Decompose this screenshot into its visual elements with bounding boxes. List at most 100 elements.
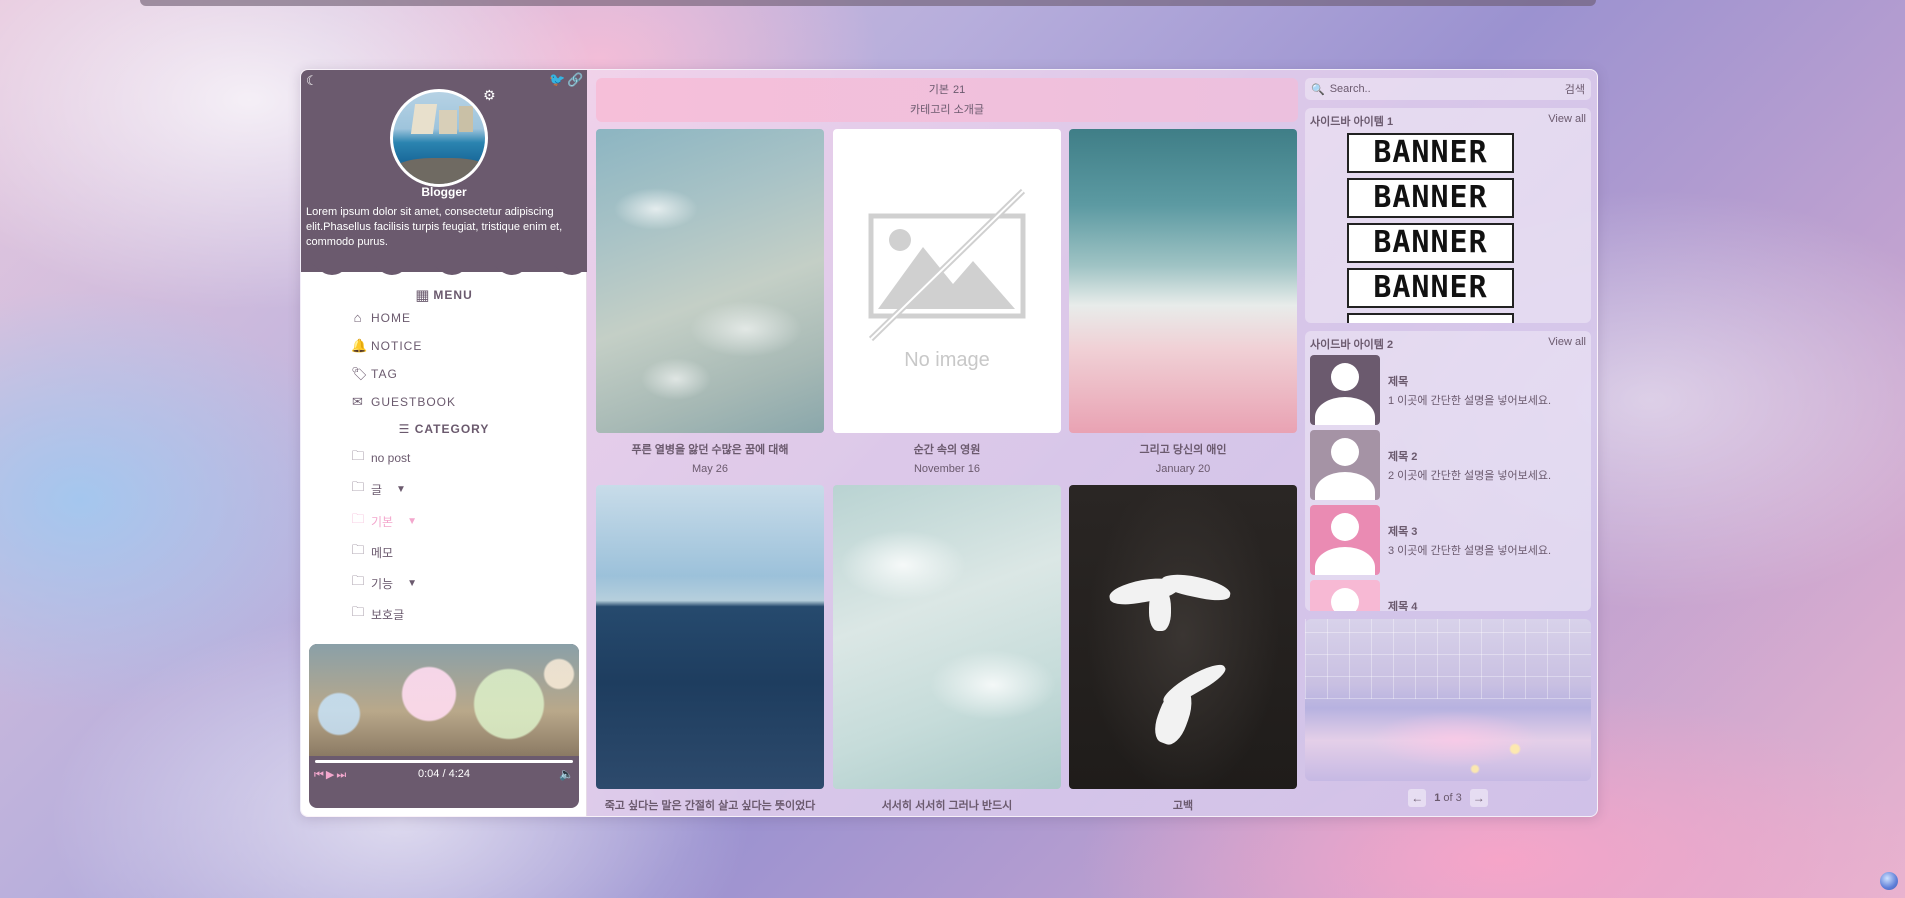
caret-down-icon[interactable]: ▼ [396, 484, 406, 495]
category-item-protected[interactable]: 🗀 보호글 [351, 603, 404, 625]
blogger-name: Blogger [421, 185, 467, 199]
prev-page-button[interactable]: ← [1408, 789, 1427, 807]
category-item-no-post[interactable]: 🗀 no post [351, 447, 410, 469]
no-image-icon [868, 188, 1026, 342]
folder-icon: 🗀 [351, 448, 365, 463]
home-icon: ⌂ [353, 310, 363, 325]
category-item-gibon[interactable]: 🗀 기본 ▼ [351, 510, 417, 532]
list-item[interactable]: 제목 4 [1310, 580, 1586, 611]
list-item-title: 제목 [1388, 376, 1409, 388]
category-item-gineung[interactable]: 🗀 기능 ▼ [351, 572, 417, 594]
banner-ad[interactable]: BANNER [1347, 133, 1514, 173]
planet-icon[interactable] [1880, 872, 1898, 890]
post-date: May 26 [691, 463, 729, 475]
caret-down-icon[interactable]: ▼ [407, 578, 417, 589]
post-card[interactable]: 푸른 열병을 앓던 수많은 꿈에 대해 May 26 [596, 129, 824, 475]
post-thumbnail[interactable] [833, 485, 1061, 789]
menu-heading: ▦ MENU [415, 287, 473, 304]
post-title[interactable]: 순간 속의 영원 [833, 441, 1061, 457]
gear-icon[interactable]: ⚙ [483, 87, 496, 104]
person-icon [1310, 430, 1380, 500]
volume-icon[interactable]: 🔈 [559, 767, 574, 781]
banner-ad[interactable]: BANNER [1347, 223, 1514, 263]
post-card[interactable]: 고백 [1069, 485, 1297, 813]
top-bar [140, 0, 1596, 6]
post-thumbnail[interactable] [596, 129, 824, 433]
post-thumbnail[interactable] [596, 485, 824, 789]
sidebar-image [1305, 619, 1591, 781]
progress-bar[interactable] [315, 760, 573, 763]
list-item-title: 제목 4 [1388, 601, 1418, 611]
bell-icon: 🔔 [351, 338, 369, 353]
post-card[interactable]: 죽고 싶다는 말은 간절히 살고 싶다는 뜻이었다 [596, 485, 824, 813]
sidebar-item-1: 사이드바 아이템 1 View all BANNER BANNER BANNER… [1305, 108, 1591, 323]
post-title[interactable]: 고백 [1069, 797, 1297, 813]
post-card[interactable]: 그리고 당신의 애인 January 20 [1069, 129, 1297, 475]
list-item-desc: 1 이곳에 간단한 설명을 넣어보세요. [1388, 395, 1552, 407]
link-icon[interactable]: 🔗 [567, 72, 583, 88]
folder-icon: 🗀 [351, 604, 365, 619]
category-description: 카테고리 소개글 [910, 104, 984, 116]
banner-ad[interactable] [1347, 313, 1514, 323]
post-title[interactable]: 그리고 당신의 애인 [1069, 441, 1297, 457]
tag-icon: 🏷 [351, 366, 369, 381]
list-item-desc: 2 이곳에 간단한 설명을 넣어보세요. [1388, 470, 1552, 482]
post-date: January 20 [1155, 463, 1211, 475]
view-all-link[interactable]: View all [1548, 336, 1586, 348]
blogger-bio: Lorem ipsum dolor sit amet, consectetur … [306, 206, 563, 248]
post-card[interactable]: 서서히 서서히 그러나 반드시 [833, 485, 1061, 813]
pagination: ← 1 of 3 → [1305, 789, 1591, 807]
list-item-title: 제목 2 [1388, 451, 1418, 463]
mail-icon: ✉ [352, 394, 364, 409]
list-item-desc: 3 이곳에 간단한 설명을 넣어보세요. [1388, 545, 1552, 557]
folder-icon: 🗀 [351, 511, 365, 526]
folder-icon: 🗀 [351, 542, 365, 557]
search-input[interactable] [1329, 83, 1565, 95]
view-all-link[interactable]: View all [1548, 113, 1586, 125]
moon-icon[interactable]: ☾ [306, 73, 318, 89]
list-item-title: 제목 3 [1388, 526, 1418, 538]
album-art [309, 644, 579, 756]
sidebar-item-1-title: 사이드바 아이템 1 [1310, 116, 1394, 128]
post-title[interactable]: 서서히 서서히 그러나 반드시 [833, 797, 1061, 813]
post-title[interactable]: 푸른 열병을 앓던 수많은 꿈에 대해 [596, 441, 824, 457]
banner-ad[interactable]: BANNER [1347, 178, 1514, 218]
list-item[interactable]: 제목 3 3 이곳에 간단한 설명을 넣어보세요. [1310, 505, 1586, 575]
twitter-icon[interactable]: 🐦 [549, 72, 565, 88]
sidebar-item-2-title: 사이드바 아이템 2 [1310, 339, 1394, 351]
list-item[interactable]: 제목 2 2 이곳에 간단한 설명을 넣어보세요. [1310, 430, 1586, 500]
category-heading: ☰ CATEGORY [398, 422, 490, 436]
person-icon [1310, 580, 1380, 611]
profile-panel: ☾ 🐦 🔗 ⚙ Blogger Lorem ipsum dolor sit am… [301, 70, 587, 275]
grid-icon: ▦ [415, 287, 431, 304]
folder-icon: 🗀 [351, 479, 365, 494]
nav-item-guestbook[interactable]: ✉ GUESTBOOK [351, 394, 456, 410]
nav-item-notice[interactable]: 🔔 NOTICE [351, 338, 422, 354]
nav-item-home[interactable]: ⌂ HOME [351, 310, 411, 325]
banner-ad[interactable]: BANNER [1347, 268, 1514, 308]
post-date: November 16 [913, 463, 981, 475]
person-icon [1310, 355, 1380, 425]
post-thumbnail[interactable] [1069, 485, 1297, 789]
post-thumbnail[interactable] [1069, 129, 1297, 433]
post-card[interactable]: No image 순간 속의 영원 November 16 [833, 129, 1061, 475]
player-time: 0:04 / 4:24 [418, 768, 470, 780]
post-thumbnail[interactable]: No image [833, 129, 1061, 433]
avatar [390, 89, 488, 187]
person-icon [1310, 505, 1380, 575]
post-count: 21 [953, 84, 966, 96]
category-item-memo[interactable]: 🗀 메모 [351, 541, 393, 563]
caret-down-icon[interactable]: ▼ [407, 516, 417, 527]
list-icon: ☰ [398, 422, 411, 436]
nav-item-tag[interactable]: 🏷 TAG [351, 366, 398, 382]
no-image-label: No image [904, 349, 990, 371]
wave-divider [301, 258, 587, 275]
post-title[interactable]: 죽고 싶다는 말은 간절히 살고 싶다는 뜻이었다 [596, 797, 824, 813]
left-sidebar: ☾ 🐦 🔗 ⚙ Blogger Lorem ipsum dolor sit am… [301, 70, 587, 816]
list-item[interactable]: 제목 1 이곳에 간단한 설명을 넣어보세요. [1310, 355, 1586, 425]
search-button[interactable]: 검색 [1565, 81, 1585, 97]
next-page-button[interactable]: → [1469, 789, 1488, 807]
category-item-geul[interactable]: 🗀 글 ▼ [351, 478, 406, 500]
search-icon: 🔍 [1311, 83, 1325, 96]
sidebar-item-2: 사이드바 아이템 2 View all 제목 1 이곳에 간단한 설명을 넣어보… [1305, 331, 1591, 611]
